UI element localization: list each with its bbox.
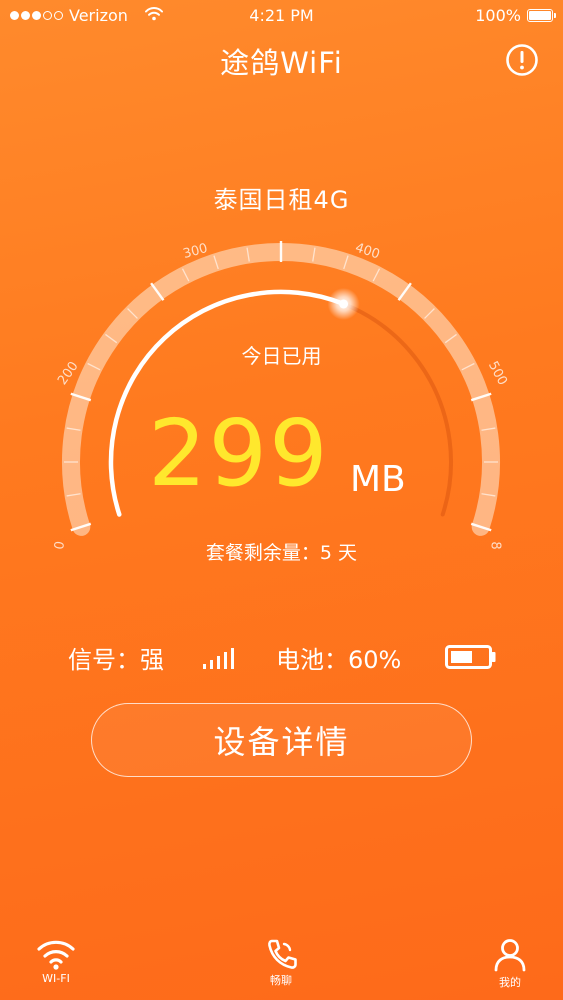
tab-wifi-label: WI-FI (42, 972, 70, 985)
used-value: 299 (148, 400, 330, 507)
tab-wifi[interactable]: WI-FI (26, 930, 86, 985)
phone-icon (268, 939, 297, 969)
tab-chat-label: 畅聊 (270, 974, 292, 987)
battery-icon (445, 645, 496, 669)
tab-me[interactable]: 我的 (480, 930, 540, 990)
device-details-button[interactable]: 设备详情 (91, 703, 472, 777)
wifi-icon (37, 940, 75, 970)
battery-level: 电池：60% (276, 646, 402, 674)
gauge-indicator-dot (339, 299, 349, 309)
used-unit: MB (350, 459, 406, 500)
tab-me-label: 我的 (499, 976, 521, 989)
tab-bar: WI-FI 畅聊 我的 (0, 930, 563, 1000)
remaining-days: 套餐剩余量：5 天 (205, 542, 358, 564)
signal-strength: 信号：强 (68, 646, 164, 674)
user-icon (494, 939, 526, 972)
used-today-label: 今日已用 (241, 344, 322, 368)
tab-chat[interactable]: 畅聊 (251, 930, 311, 988)
signal-bars-icon (203, 648, 234, 669)
usage-gauge (62, 241, 500, 536)
